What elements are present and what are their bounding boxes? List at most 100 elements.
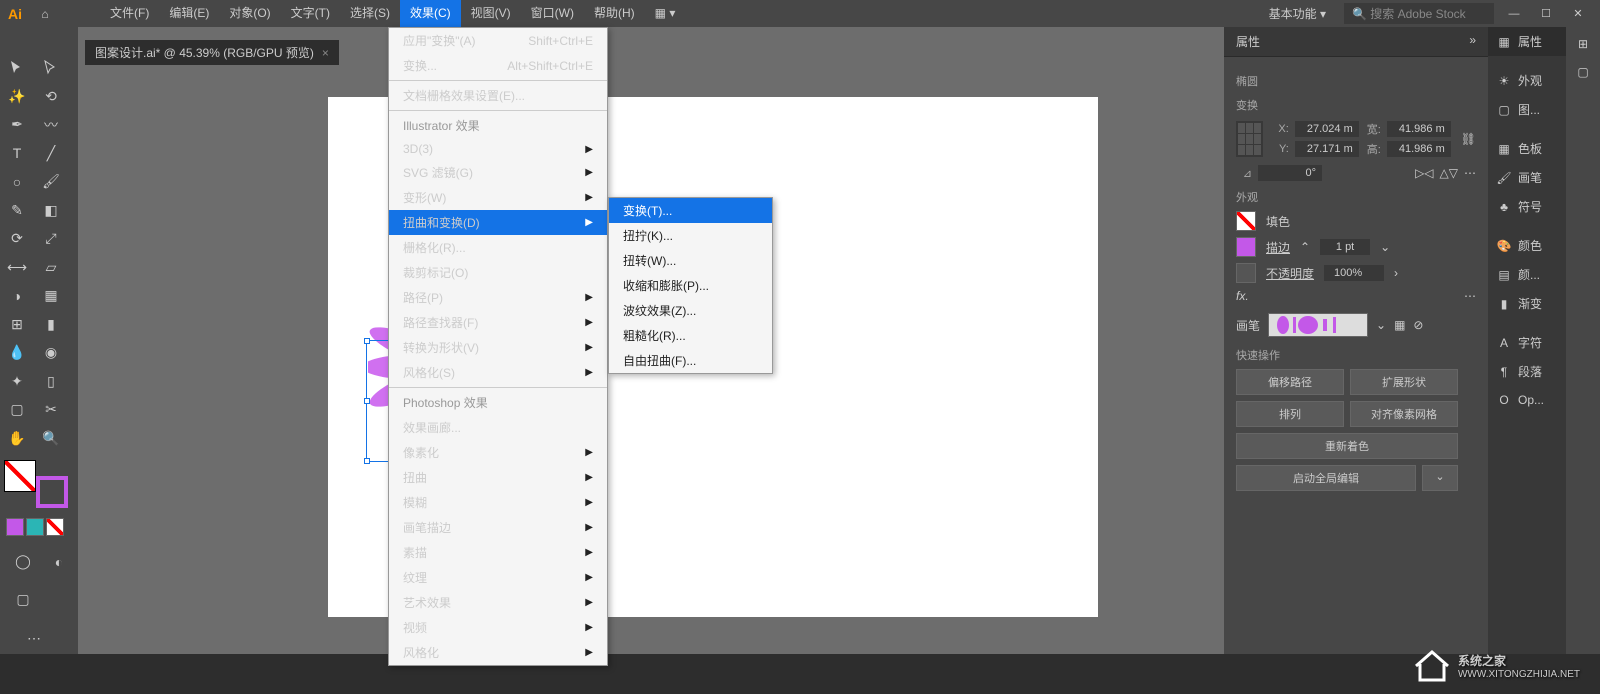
align-pixel-button[interactable]: 对齐像素网格	[1350, 401, 1458, 427]
fx-button[interactable]: fx.	[1236, 289, 1249, 303]
document-tab-close-icon[interactable]: ×	[322, 46, 329, 60]
reference-point-widget[interactable]	[1236, 121, 1263, 157]
ellipse-tool[interactable]: ○	[0, 169, 34, 195]
brush-preview[interactable]	[1268, 313, 1368, 337]
rotate-tool[interactable]: ⟳	[0, 226, 34, 252]
draw-normal-icon[interactable]: ◯	[6, 549, 40, 575]
dock-gradient[interactable]: ▮渐变	[1488, 289, 1566, 318]
brush-options-icon[interactable]: ▦	[1394, 318, 1405, 332]
paintbrush-tool[interactable]: 🖌	[34, 169, 68, 195]
fill-stroke-widget[interactable]	[4, 460, 72, 508]
lasso-tool[interactable]: ⟲	[34, 83, 68, 109]
menu-apply-transform[interactable]: 应用"变换"(A)Shift+Ctrl+E	[389, 28, 607, 53]
swatch-none[interactable]	[46, 518, 64, 536]
search-input[interactable]: 🔍 搜索 Adobe Stock	[1344, 3, 1494, 24]
pen-tool[interactable]: ✒	[0, 112, 34, 138]
menu-distort-transform[interactable]: 扭曲和变换(D)▶	[389, 210, 607, 235]
selection-tool[interactable]	[0, 55, 34, 81]
menu-stylize[interactable]: 风格化(S)▶	[389, 360, 607, 385]
width-tool[interactable]: ⟷	[0, 254, 34, 280]
perspective-tool[interactable]: ▦	[34, 283, 68, 309]
panel-menu-icon[interactable]: »	[1469, 33, 1476, 50]
artboard-tool[interactable]: ▢	[0, 397, 34, 423]
eraser-tool[interactable]: ◧	[34, 197, 68, 223]
stroke-label[interactable]: 描边	[1266, 239, 1290, 256]
draw-behind-icon[interactable]: ◐	[42, 549, 76, 575]
dock-properties[interactable]: ▦属性	[1488, 27, 1566, 56]
flip-v-icon[interactable]: △▽	[1440, 166, 1458, 180]
global-edit-button[interactable]: 启动全局编辑	[1236, 465, 1416, 491]
fill-color-swatch[interactable]	[1236, 211, 1256, 231]
global-edit-dropdown[interactable]: ⌄	[1422, 465, 1458, 491]
stroke-decrease-icon[interactable]: ⌃	[1300, 240, 1310, 254]
menu-view[interactable]: 视图(V)	[461, 0, 521, 27]
opacity-field[interactable]: 100%	[1324, 265, 1384, 281]
eyedropper-tool[interactable]: 💧	[0, 340, 34, 366]
stroke-color-swatch[interactable]	[1236, 237, 1256, 257]
menu-path[interactable]: 路径(P)▶	[389, 285, 607, 310]
dock-paragraph[interactable]: ¶段落	[1488, 357, 1566, 386]
width-field[interactable]: 41.986 m	[1387, 121, 1451, 137]
symbol-sprayer-tool[interactable]: ✦	[0, 368, 34, 394]
more-options-icon[interactable]: ⋯	[1464, 166, 1476, 180]
dock-color[interactable]: 🎨颜色	[1488, 231, 1566, 260]
recolor-button[interactable]: 重新着色	[1236, 433, 1458, 459]
type-tool[interactable]: T	[0, 140, 34, 166]
menu-pathfinder[interactable]: 路径查找器(F)▶	[389, 310, 607, 335]
rotate-field[interactable]: 0°	[1258, 165, 1322, 181]
dock-symbols[interactable]: ♣符号	[1488, 192, 1566, 221]
close-icon[interactable]: ✕	[1566, 7, 1590, 20]
column-graph-tool[interactable]: ▯	[34, 368, 68, 394]
menu-object[interactable]: 对象(O)	[219, 0, 280, 27]
menu-effect-gallery[interactable]: 效果画廊...	[389, 415, 607, 440]
menu-convert-shape[interactable]: 转换为形状(V)▶	[389, 335, 607, 360]
more-appearance-icon[interactable]: ⋯	[1464, 289, 1476, 303]
minimize-icon[interactable]: —	[1502, 8, 1526, 20]
arrange-button[interactable]: 排列	[1236, 401, 1344, 427]
height-field[interactable]: 41.986 m	[1387, 141, 1451, 157]
dock-color-guide[interactable]: ▤颜...	[1488, 260, 1566, 289]
x-field[interactable]: 27.024 m	[1295, 121, 1359, 137]
brush-dropdown-icon[interactable]: ⌄	[1376, 318, 1386, 332]
menu-help[interactable]: 帮助(H)	[584, 0, 645, 27]
dock-icon-1[interactable]: ⊞	[1578, 37, 1588, 51]
menu-3d[interactable]: 3D(3)▶	[389, 138, 607, 160]
submenu-zigzag[interactable]: 波纹效果(Z)...	[609, 298, 772, 323]
menu-pixelate[interactable]: 像素化▶	[389, 440, 607, 465]
menu-distort-ps[interactable]: 扭曲▶	[389, 465, 607, 490]
menu-crop-marks[interactable]: 裁剪标记(O)	[389, 260, 607, 285]
menu-file[interactable]: 文件(F)	[100, 0, 159, 27]
menu-edit[interactable]: 编辑(E)	[159, 0, 219, 27]
opacity-dropdown-icon[interactable]: ›	[1394, 266, 1398, 280]
dock-graphic-styles[interactable]: ▢图...	[1488, 95, 1566, 124]
menu-svg-filters[interactable]: SVG 滤镜(G)▶	[389, 160, 607, 185]
submenu-free-distort[interactable]: 自由扭曲(F)...	[609, 348, 772, 373]
opacity-label[interactable]: 不透明度	[1266, 265, 1314, 282]
dock-appearance[interactable]: ☀外观	[1488, 66, 1566, 95]
fill-swatch[interactable]	[4, 460, 36, 492]
document-tab[interactable]: 图案设计.ai* @ 45.39% (RGB/GPU 预览) ×	[85, 40, 339, 65]
submenu-transform[interactable]: 变换(T)...	[609, 198, 772, 223]
slice-tool[interactable]: ✂	[34, 397, 68, 423]
link-wh-icon[interactable]: ⛓	[1461, 132, 1476, 146]
line-tool[interactable]: ╱	[34, 140, 68, 166]
screen-mode-icon[interactable]: ▢	[6, 587, 40, 613]
workspace-switcher[interactable]: 基本功能 ▾	[1259, 3, 1336, 24]
flip-h-icon[interactable]: ▷◁	[1415, 166, 1433, 180]
menu-doc-raster[interactable]: 文档栅格效果设置(E)...	[389, 83, 607, 108]
menu-warp[interactable]: 变形(W)▶	[389, 185, 607, 210]
menu-texture[interactable]: 纹理▶	[389, 565, 607, 590]
dock-character[interactable]: A字符	[1488, 328, 1566, 357]
curvature-tool[interactable]: 〰	[34, 112, 68, 138]
blend-tool[interactable]: ◉	[34, 340, 68, 366]
submenu-twirl[interactable]: 扭转(W)...	[609, 248, 772, 273]
gradient-tool[interactable]: ▮	[34, 311, 68, 337]
submenu-roughen[interactable]: 粗糙化(R)...	[609, 323, 772, 348]
hand-tool[interactable]: ✋	[0, 425, 34, 451]
shaper-tool[interactable]: ✎	[0, 197, 34, 223]
menu-blur[interactable]: 模糊▶	[389, 490, 607, 515]
menu-effect[interactable]: 效果(C)	[400, 0, 461, 27]
menu-sketch[interactable]: 素描▶	[389, 540, 607, 565]
menu-transform[interactable]: 变换...Alt+Shift+Ctrl+E	[389, 53, 607, 78]
properties-tab[interactable]: 属性»	[1224, 27, 1488, 57]
